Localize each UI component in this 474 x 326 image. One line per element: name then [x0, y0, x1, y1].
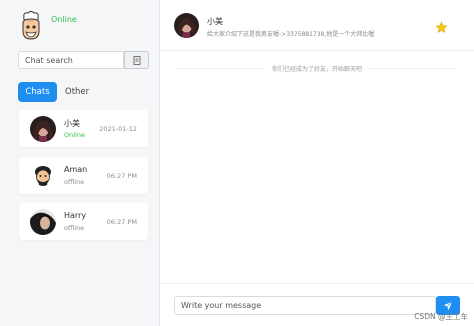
contact-name: 小美: [207, 17, 223, 26]
chat-header: 小美 给大家介绍下这是我男友喔->3375881738,他是一个大帅比喔: [160, 0, 474, 51]
system-message: 你们已经成为了好友，开始聊天吧: [160, 64, 474, 73]
chat-time: 06:27 PM: [106, 172, 137, 180]
star-icon: [435, 21, 448, 33]
chat-status: Online: [64, 131, 85, 139]
tab-other[interactable]: Other: [62, 82, 92, 102]
chat-name: 小美: [64, 119, 80, 128]
chat-list-item[interactable]: Aman offline 06:27 PM: [19, 157, 148, 194]
chat-list-item[interactable]: 小美 Online 2021-01-12: [19, 110, 148, 147]
chat-time: 2021-01-12: [99, 125, 137, 133]
search-icon: [133, 55, 140, 65]
chat-name: Aman: [64, 165, 88, 174]
chat-status: offline: [64, 178, 85, 186]
favorite-button[interactable]: [435, 19, 448, 33]
avatar: [30, 163, 56, 189]
tab-chats[interactable]: Chats: [18, 82, 57, 102]
system-message-text: 你们已经成为了好友，开始聊天吧: [265, 66, 368, 73]
sidebar: Online Chats Other: [0, 0, 160, 326]
cartoon-chef-avatar-icon: [22, 11, 40, 40]
send-icon: [443, 301, 453, 310]
contact-description: 给大家介绍下这是我男友喔->3375881738,他是一个大帅比喔: [207, 31, 375, 38]
chat-list-item[interactable]: Harry offline 06:27 PM: [19, 203, 148, 240]
watermark: CSDN @王工车: [414, 312, 468, 321]
chat-name: Harry: [64, 211, 87, 220]
avatar[interactable]: [174, 13, 199, 38]
message-input[interactable]: [174, 296, 436, 315]
avatar: [30, 209, 56, 235]
chat-status: offline: [64, 224, 85, 232]
chat-time: 06:27 PM: [106, 218, 137, 226]
avatar: [30, 116, 56, 142]
profile-status: Online: [51, 15, 77, 24]
profile-avatar[interactable]: [18, 11, 44, 41]
chat-search: [18, 51, 149, 69]
chat-app: Online Chats Other: [0, 0, 474, 326]
search-input[interactable]: [18, 51, 124, 69]
chat-panel: 小美 给大家介绍下这是我男友喔->3375881738,他是一个大帅比喔 你们已…: [160, 0, 474, 326]
search-button[interactable]: [124, 51, 149, 69]
